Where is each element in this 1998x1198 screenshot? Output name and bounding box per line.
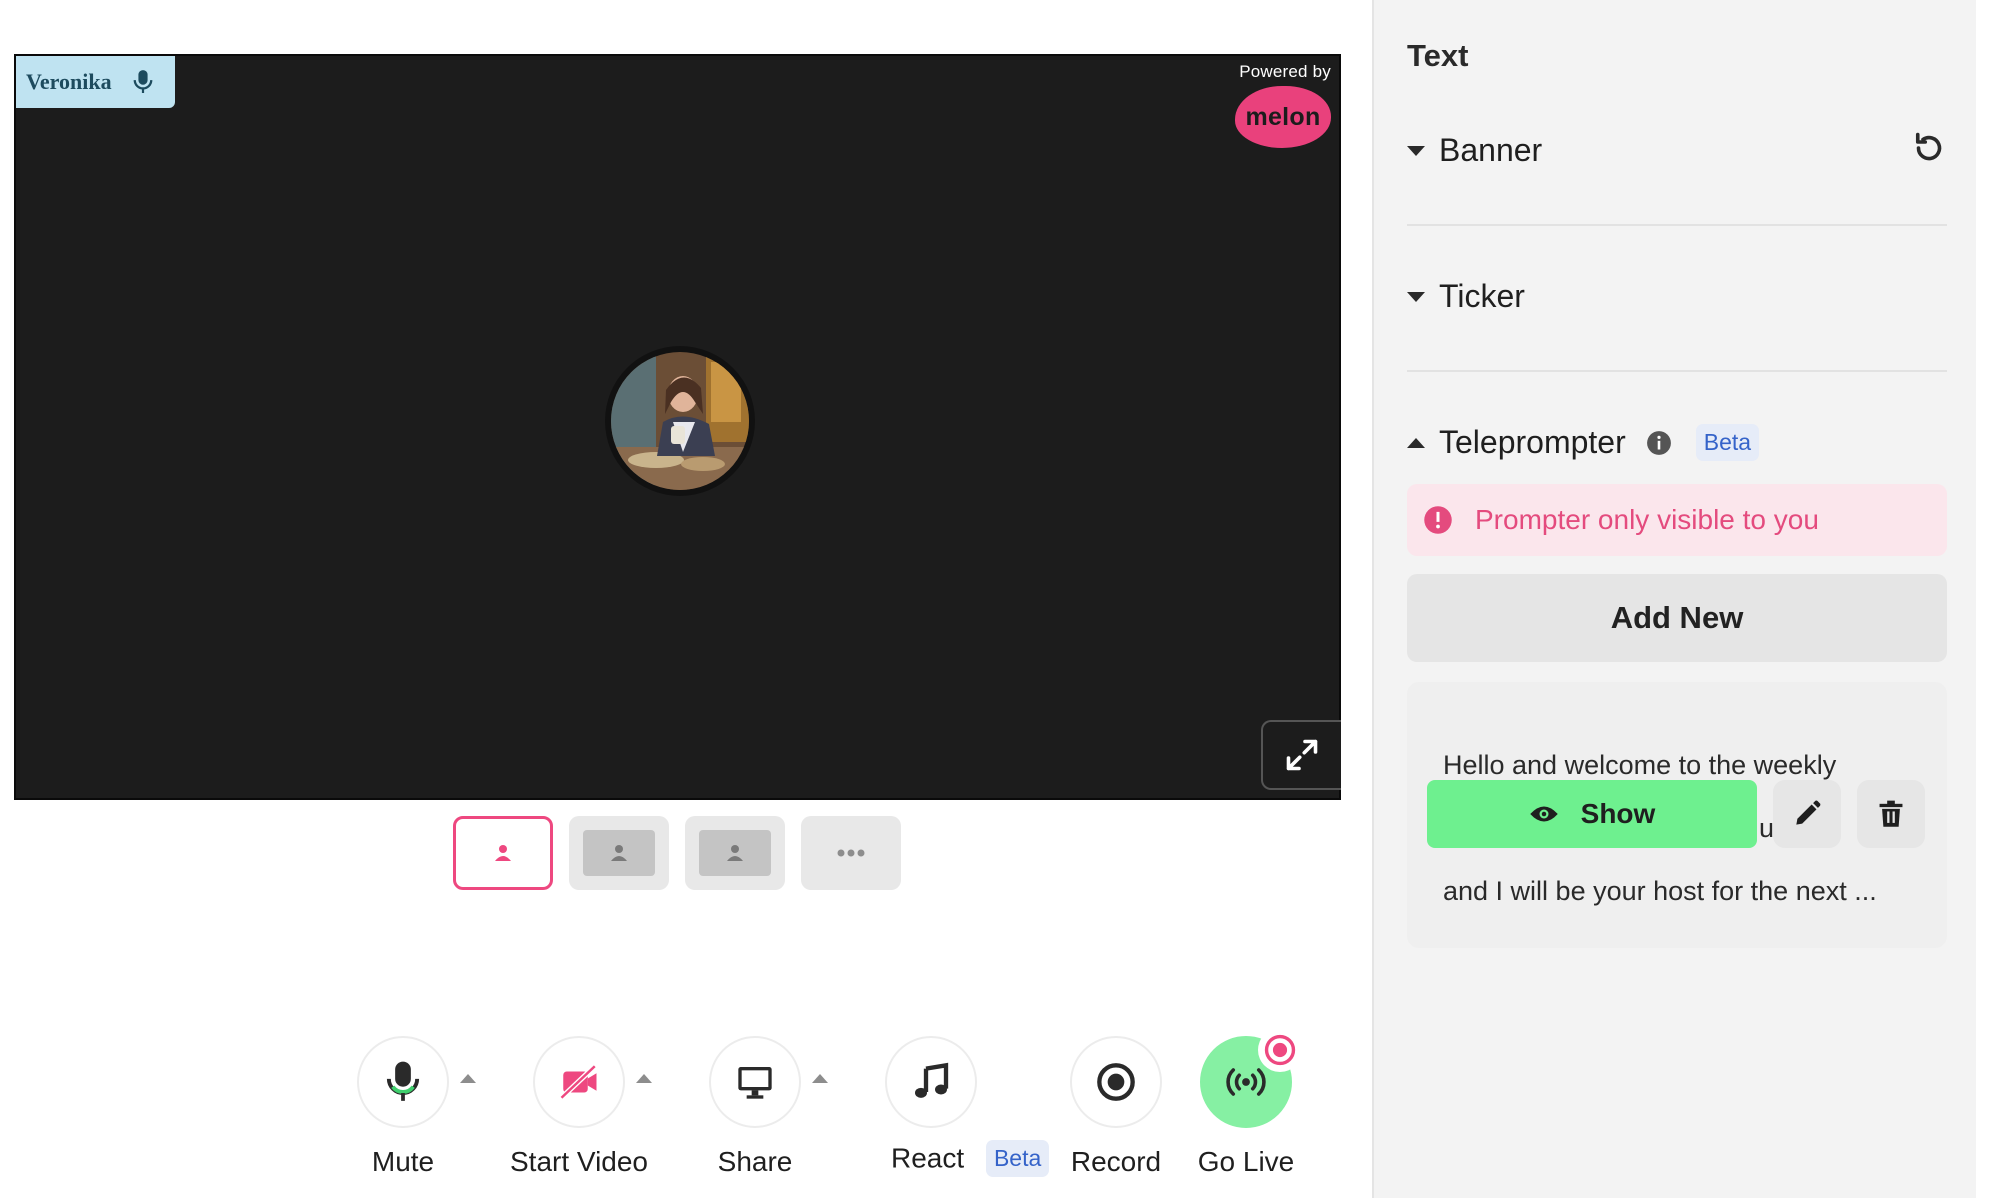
avatar-photo xyxy=(611,352,749,490)
sidebar-title: Text xyxy=(1407,38,1469,73)
section-teleprompter-label: Teleprompter xyxy=(1439,424,1626,460)
record-label: Record xyxy=(1070,1146,1162,1177)
share-options-caret[interactable] xyxy=(812,1074,828,1083)
edit-button[interactable] xyxy=(1773,780,1841,848)
layout-more-button[interactable] xyxy=(801,816,901,890)
person-icon xyxy=(727,845,743,861)
caret-down-icon xyxy=(1407,291,1425,302)
pencil-icon xyxy=(1796,800,1821,825)
person-icon xyxy=(611,845,627,861)
add-new-button[interactable]: Add New xyxy=(1407,574,1947,662)
live-status-badge xyxy=(1258,1028,1302,1072)
info-icon[interactable] xyxy=(1646,430,1672,456)
prompter-notice-text: Prompter only visible to you xyxy=(1475,504,1819,535)
participant-name: Veronika xyxy=(26,69,112,94)
share-label: Share xyxy=(717,1146,793,1177)
react-label: React xyxy=(891,1142,965,1174)
microphone-icon xyxy=(386,1061,420,1101)
record-dot-icon xyxy=(1264,1034,1296,1066)
teleprompter-beta-badge: Beta xyxy=(1695,424,1760,461)
participant-avatar xyxy=(605,346,755,496)
record-icon xyxy=(1097,1063,1135,1101)
brand-logo: melon xyxy=(1235,86,1331,148)
show-button[interactable]: Show xyxy=(1427,780,1757,848)
section-teleprompter-header[interactable]: Teleprompter Beta xyxy=(1407,424,1947,461)
microphone-icon xyxy=(133,70,152,93)
video-options-caret[interactable] xyxy=(636,1074,652,1083)
divider xyxy=(1407,224,1947,226)
section-ticker-header[interactable]: Ticker xyxy=(1407,278,1947,315)
video-off-icon xyxy=(559,1064,597,1100)
expand-icon xyxy=(1286,739,1318,771)
prompt-card: Hello and welcome to the weekly ur w and… xyxy=(1407,682,1947,948)
music-note-icon xyxy=(915,1062,949,1098)
reset-icon xyxy=(1915,132,1942,161)
section-banner-label: Banner xyxy=(1439,132,1543,168)
layout-selector xyxy=(453,816,901,890)
broadcast-icon xyxy=(1226,1068,1266,1096)
powered-by-badge: Powered by melon xyxy=(1235,62,1331,148)
more-icon xyxy=(837,849,865,857)
mute-label: Mute xyxy=(371,1146,435,1177)
powered-by-text: Powered by xyxy=(1239,62,1331,81)
monitor-icon xyxy=(738,1067,772,1099)
reset-button[interactable] xyxy=(1911,130,1947,171)
show-label: Show xyxy=(1580,798,1656,829)
start-video-label: Start Video xyxy=(509,1146,649,1177)
section-banner-header[interactable]: Banner xyxy=(1407,132,1947,169)
trash-icon xyxy=(1879,800,1903,827)
mute-options-caret[interactable] xyxy=(460,1074,476,1083)
share-button[interactable] xyxy=(709,1036,801,1128)
person-icon xyxy=(495,845,511,861)
layout-option-solo[interactable] xyxy=(453,816,553,890)
scrollbar-track[interactable] xyxy=(1976,0,1998,1198)
brand-name: melon xyxy=(1245,102,1321,131)
caret-up-icon xyxy=(1407,437,1425,448)
react-beta-badge: Beta xyxy=(985,1140,1050,1177)
react-button[interactable] xyxy=(885,1036,977,1128)
prompt-actions: Show xyxy=(1427,780,1925,848)
text-sidebar: Text Banner Ticker Teleprompter Beta Pro… xyxy=(1372,0,1976,1198)
eye-icon xyxy=(1529,806,1558,822)
alert-icon xyxy=(1424,506,1452,534)
layout-option-2[interactable] xyxy=(569,816,669,890)
divider xyxy=(1407,370,1947,372)
participant-name-tag: Veronika xyxy=(16,56,175,108)
delete-button[interactable] xyxy=(1857,780,1925,848)
record-button[interactable] xyxy=(1070,1036,1162,1128)
layout-option-3[interactable] xyxy=(685,816,785,890)
react-label-wrap: React Beta xyxy=(891,1140,1050,1177)
prompt-line: and I will be your host for the next ... xyxy=(1443,876,1877,906)
section-ticker-label: Ticker xyxy=(1439,278,1525,314)
fullscreen-button[interactable] xyxy=(1261,720,1341,790)
go-live-label: Go Live xyxy=(1197,1146,1295,1177)
video-stage: Veronika Powered by melon xyxy=(14,54,1341,800)
start-video-button[interactable] xyxy=(533,1036,625,1128)
prompter-notice: Prompter only visible to you xyxy=(1407,484,1947,556)
caret-down-icon xyxy=(1407,145,1425,156)
mute-button[interactable] xyxy=(357,1036,449,1128)
